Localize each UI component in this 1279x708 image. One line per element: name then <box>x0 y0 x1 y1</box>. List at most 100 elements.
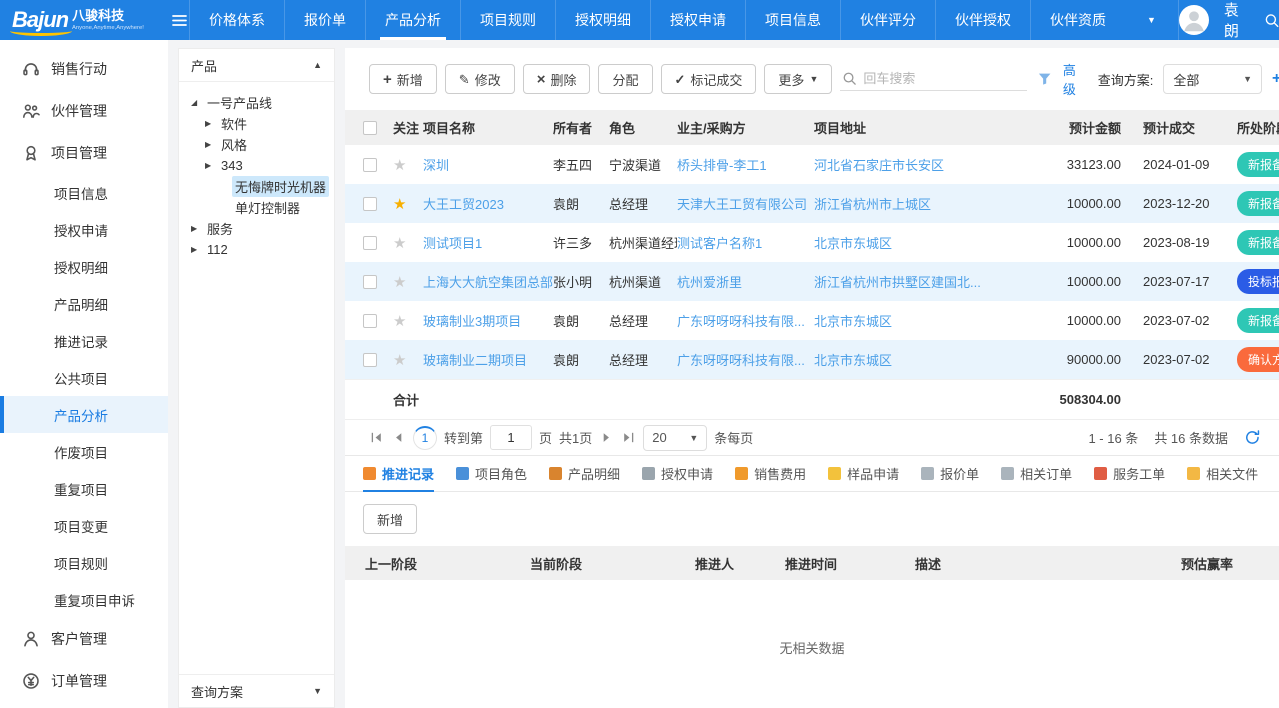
tree-node[interactable]: 软件 <box>183 113 330 134</box>
sidebar-item[interactable]: 销售行动 <box>0 48 168 90</box>
query-plan-collapsed-section[interactable]: 查询方案 ▼ <box>179 674 334 707</box>
project-name-link[interactable]: 上海大大航空集团总部大楼... <box>423 275 553 290</box>
tree-node[interactable]: 无悔牌时光机器 <box>183 176 330 197</box>
search-icon[interactable] <box>1264 11 1279 30</box>
row-checkbox[interactable] <box>363 275 377 289</box>
topnav-item[interactable]: 项目信息 <box>745 0 840 40</box>
collapse-up-icon[interactable]: ▲ <box>313 60 322 70</box>
add-button[interactable]: 新增 <box>369 64 437 94</box>
sidebar-item[interactable]: 项目规则 <box>0 544 168 581</box>
address-link[interactable]: 北京市东城区 <box>814 314 892 329</box>
star-icon[interactable]: ★ <box>393 157 406 174</box>
topnav-item[interactable]: 产品分析 <box>365 0 460 40</box>
mark-deal-button[interactable]: 标记成交 <box>661 64 757 94</box>
topnav-item[interactable]: 授权明细 <box>555 0 650 40</box>
detail-tab[interactable]: 产品明细 <box>549 456 620 491</box>
project-name-link[interactable]: 玻璃制业3期项目 <box>423 314 521 329</box>
tree-node[interactable]: 单灯控制器 <box>183 197 330 218</box>
last-page-icon[interactable] <box>621 430 636 445</box>
tree-node[interactable]: 一号产品线 <box>183 92 330 113</box>
detail-tab[interactable]: 项目角色 <box>456 456 527 491</box>
project-name-link[interactable]: 大王工贸2023 <box>423 197 504 212</box>
tree-node[interactable]: 风格 <box>183 134 330 155</box>
detail-tab[interactable]: 销售费用 <box>735 456 806 491</box>
detail-tab[interactable]: 推进记录 <box>363 456 434 491</box>
sidebar-item[interactable]: 伙伴管理 <box>0 90 168 132</box>
star-icon[interactable]: ★ <box>393 352 406 369</box>
topnav-more-caret[interactable]: ▼ <box>1125 0 1179 40</box>
detail-add-button[interactable]: + 新增 <box>363 504 417 534</box>
detail-tab[interactable]: 相关文件 <box>1187 456 1258 491</box>
first-page-icon[interactable] <box>369 430 384 445</box>
topnav-item[interactable]: 伙伴评分 <box>840 0 935 40</box>
filter-icon[interactable] <box>1037 71 1052 87</box>
more-button[interactable]: 更多 <box>764 64 832 94</box>
address-link[interactable]: 浙江省杭州市上城区 <box>814 197 931 212</box>
client-link[interactable]: 广东呀呀呀科技有限... <box>677 353 805 368</box>
tree-expand-icon[interactable] <box>191 224 204 233</box>
client-link[interactable]: 天津大王工贸有限公司 <box>677 197 807 212</box>
star-icon[interactable]: ★ <box>393 313 406 330</box>
tree-expand-icon[interactable] <box>191 245 204 254</box>
tree-expand-icon[interactable] <box>191 98 204 107</box>
detail-tab[interactable]: 授权申请 <box>642 456 713 491</box>
goto-page-input[interactable] <box>490 425 532 450</box>
prev-page-icon[interactable] <box>391 430 406 445</box>
star-icon[interactable]: ★ <box>393 274 406 291</box>
star-icon[interactable]: ★ <box>393 235 406 252</box>
project-name-link[interactable]: 测试项目1 <box>423 236 482 251</box>
sidebar-item[interactable]: 授权明细 <box>0 248 168 285</box>
row-checkbox[interactable] <box>363 158 377 172</box>
detail-tab[interactable]: 报价单 <box>921 456 979 491</box>
table-row[interactable]: ★ 玻璃制业3期项目 袁朗 总经理 广东呀呀呀科技有限... 北京市东城区 10… <box>345 301 1279 340</box>
topnav-item[interactable]: 价格体系 <box>189 0 284 40</box>
tree-expand-icon[interactable] <box>205 119 218 128</box>
page-size-select[interactable]: 20 ▼ <box>643 425 707 451</box>
project-name-link[interactable]: 玻璃制业二期项目 <box>423 353 527 368</box>
menu-toggle-button[interactable] <box>170 0 189 40</box>
current-page-button[interactable]: 1 <box>413 426 437 450</box>
table-row[interactable]: ★ 玻璃制业二期项目 袁朗 总经理 广东呀呀呀科技有限... 北京市东城区 90… <box>345 340 1279 379</box>
client-link[interactable]: 桥头排骨-李工1 <box>677 158 767 173</box>
sidebar-item[interactable]: 重复项目 <box>0 470 168 507</box>
select-all-checkbox[interactable] <box>363 121 377 135</box>
topnav-item[interactable]: 伙伴授权 <box>935 0 1030 40</box>
sidebar-item[interactable]: 公共项目 <box>0 359 168 396</box>
client-link[interactable]: 测试客户名称1 <box>677 236 762 251</box>
sidebar-item[interactable]: 重复项目申诉 <box>0 581 168 618</box>
topnav-item[interactable]: 报价单 <box>284 0 365 40</box>
sidebar-item[interactable]: 产品分析 <box>0 396 168 433</box>
edit-button[interactable]: 修改 <box>445 64 515 94</box>
sidebar-item[interactable]: 项目变更 <box>0 507 168 544</box>
row-checkbox[interactable] <box>363 353 377 367</box>
sidebar-item[interactable]: 服务支持 <box>0 702 168 708</box>
sidebar-item[interactable]: 项目管理 <box>0 132 168 174</box>
topnav-item[interactable]: 授权申请 <box>650 0 745 40</box>
sidebar-item[interactable]: 授权申请 <box>0 211 168 248</box>
table-row[interactable]: ★ 深圳 李五四 宁波渠道 桥头排骨-李工1 河北省石家庄市长安区 33123.… <box>345 145 1279 184</box>
address-link[interactable]: 北京市东城区 <box>814 236 892 251</box>
sidebar-item[interactable]: 作废项目 <box>0 433 168 470</box>
project-name-link[interactable]: 深圳 <box>423 158 449 173</box>
advanced-search-link[interactable]: 高级 <box>1063 60 1088 98</box>
sidebar-item[interactable]: 订单管理 <box>0 660 168 702</box>
search-input[interactable] <box>863 71 1023 86</box>
client-link[interactable]: 杭州爱浙里 <box>677 275 742 290</box>
table-row[interactable]: ★ 测试项目1 许三多 杭州渠道经理 测试客户名称1 北京市东城区 10000.… <box>345 223 1279 262</box>
query-plan-select[interactable]: 全部 ▼ <box>1163 64 1262 94</box>
detail-tab[interactable]: 相关订单 <box>1001 456 1072 491</box>
topnav-item[interactable]: 伙伴资质 <box>1030 0 1125 40</box>
detail-tab[interactable]: 样品申请 <box>828 456 899 491</box>
avatar[interactable] <box>1179 5 1209 35</box>
table-row[interactable]: ★ 大王工贸2023 袁朗 总经理 天津大王工贸有限公司 浙江省杭州市上城区 1… <box>345 184 1279 223</box>
refresh-icon[interactable] <box>1244 429 1261 446</box>
address-link[interactable]: 北京市东城区 <box>814 353 892 368</box>
sidebar-item[interactable]: 产品明细 <box>0 285 168 322</box>
assign-button[interactable]: 分配 <box>598 64 652 94</box>
table-row[interactable]: ★ 上海大大航空集团总部大楼... 张小明 杭州渠道 杭州爱浙里 浙江省杭州市拱… <box>345 262 1279 301</box>
delete-button[interactable]: 删除 <box>523 64 591 94</box>
tree-node[interactable]: 服务 <box>183 218 330 239</box>
row-checkbox[interactable] <box>363 236 377 250</box>
sidebar-item[interactable]: 客户管理 <box>0 618 168 660</box>
row-checkbox[interactable] <box>363 197 377 211</box>
